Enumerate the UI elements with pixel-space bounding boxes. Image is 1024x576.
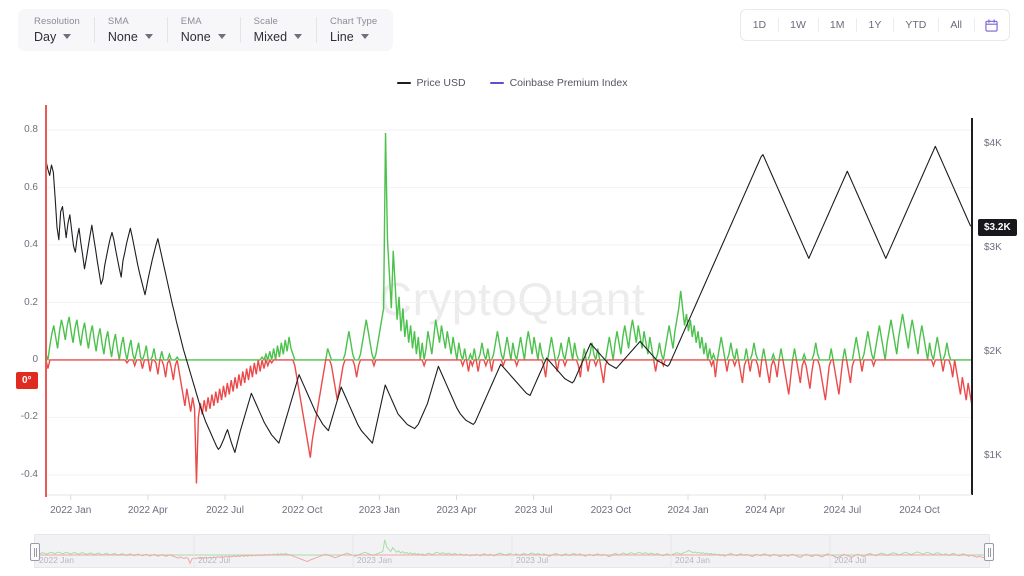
x-axis-tick-label: 2023 Apr <box>436 505 477 516</box>
price-value-badge: $3.2K <box>978 219 1017 237</box>
left-axis-tick-label: 0 <box>32 353 38 365</box>
navigator-tick-label: 2024 Jul <box>834 555 867 565</box>
navigator-tick-label: 2024 Jan <box>675 555 710 565</box>
left-axis-tick-label: -0.4 <box>20 468 38 480</box>
navigator-tick-label: 2022 Jan <box>39 555 74 565</box>
left-axis-tick-label: 0.6 <box>24 181 38 193</box>
x-axis-tick-label: 2024 Oct <box>899 505 940 516</box>
navigator-right-handle[interactable] <box>984 543 994 561</box>
right-axis-tick-label: $3K <box>984 242 1002 254</box>
navigator-tick-label: 2023 Jul <box>516 555 549 565</box>
chart-plot-area: CryptoQuant 0.8 0.6 0.4 0.2 0 -0.2 -0.4 $4K $3K $… <box>0 0 1024 576</box>
x-axis-tick-label: 2024 Apr <box>745 505 786 516</box>
navigator-left-handle[interactable] <box>30 543 40 561</box>
x-axis-tick-label: 2024 Jan <box>667 505 709 516</box>
x-axis-tick-label: 2022 Apr <box>127 505 168 516</box>
left-axis-tick-label: -0.2 <box>20 411 38 423</box>
navigator-tick-label: 2022 Jul <box>198 555 231 565</box>
left-axis-tick-label: 0.4 <box>24 239 38 251</box>
chart-navigator[interactable]: 2022 Jan 2022 Jul 2023 Jan 2023 Jul 2024 Jan… <box>30 534 994 568</box>
x-axis-tick-label: 2022 Jul <box>206 505 244 516</box>
x-axis-tick-label: 2023 Jan <box>358 505 400 516</box>
x-axis-tick-label: 2024 Jul <box>823 505 862 516</box>
left-axis-tick-label: 0.8 <box>24 124 38 136</box>
x-axis-tick-label: 2023 Jul <box>514 505 553 516</box>
x-axis-tick-label: 2022 Oct <box>281 505 323 516</box>
zero-value-badge: 0° <box>16 372 38 390</box>
right-axis-tick-label: $2K <box>984 345 1002 357</box>
x-axis-tick-label: 2023 Oct <box>590 505 632 516</box>
left-axis-tick-label: 0.2 <box>24 296 38 308</box>
right-axis-tick-label: $1K <box>984 449 1002 461</box>
right-axis-tick-label: $4K <box>984 138 1002 150</box>
x-axis-tick-label: 2022 Jan <box>50 505 92 516</box>
chart-page: Resolution Day SMA None EMA None Scale Mixed Cha… <box>0 0 1024 576</box>
chart-canvas[interactable] <box>0 0 1024 520</box>
navigator-tick-label: 2023 Jan <box>357 555 392 565</box>
